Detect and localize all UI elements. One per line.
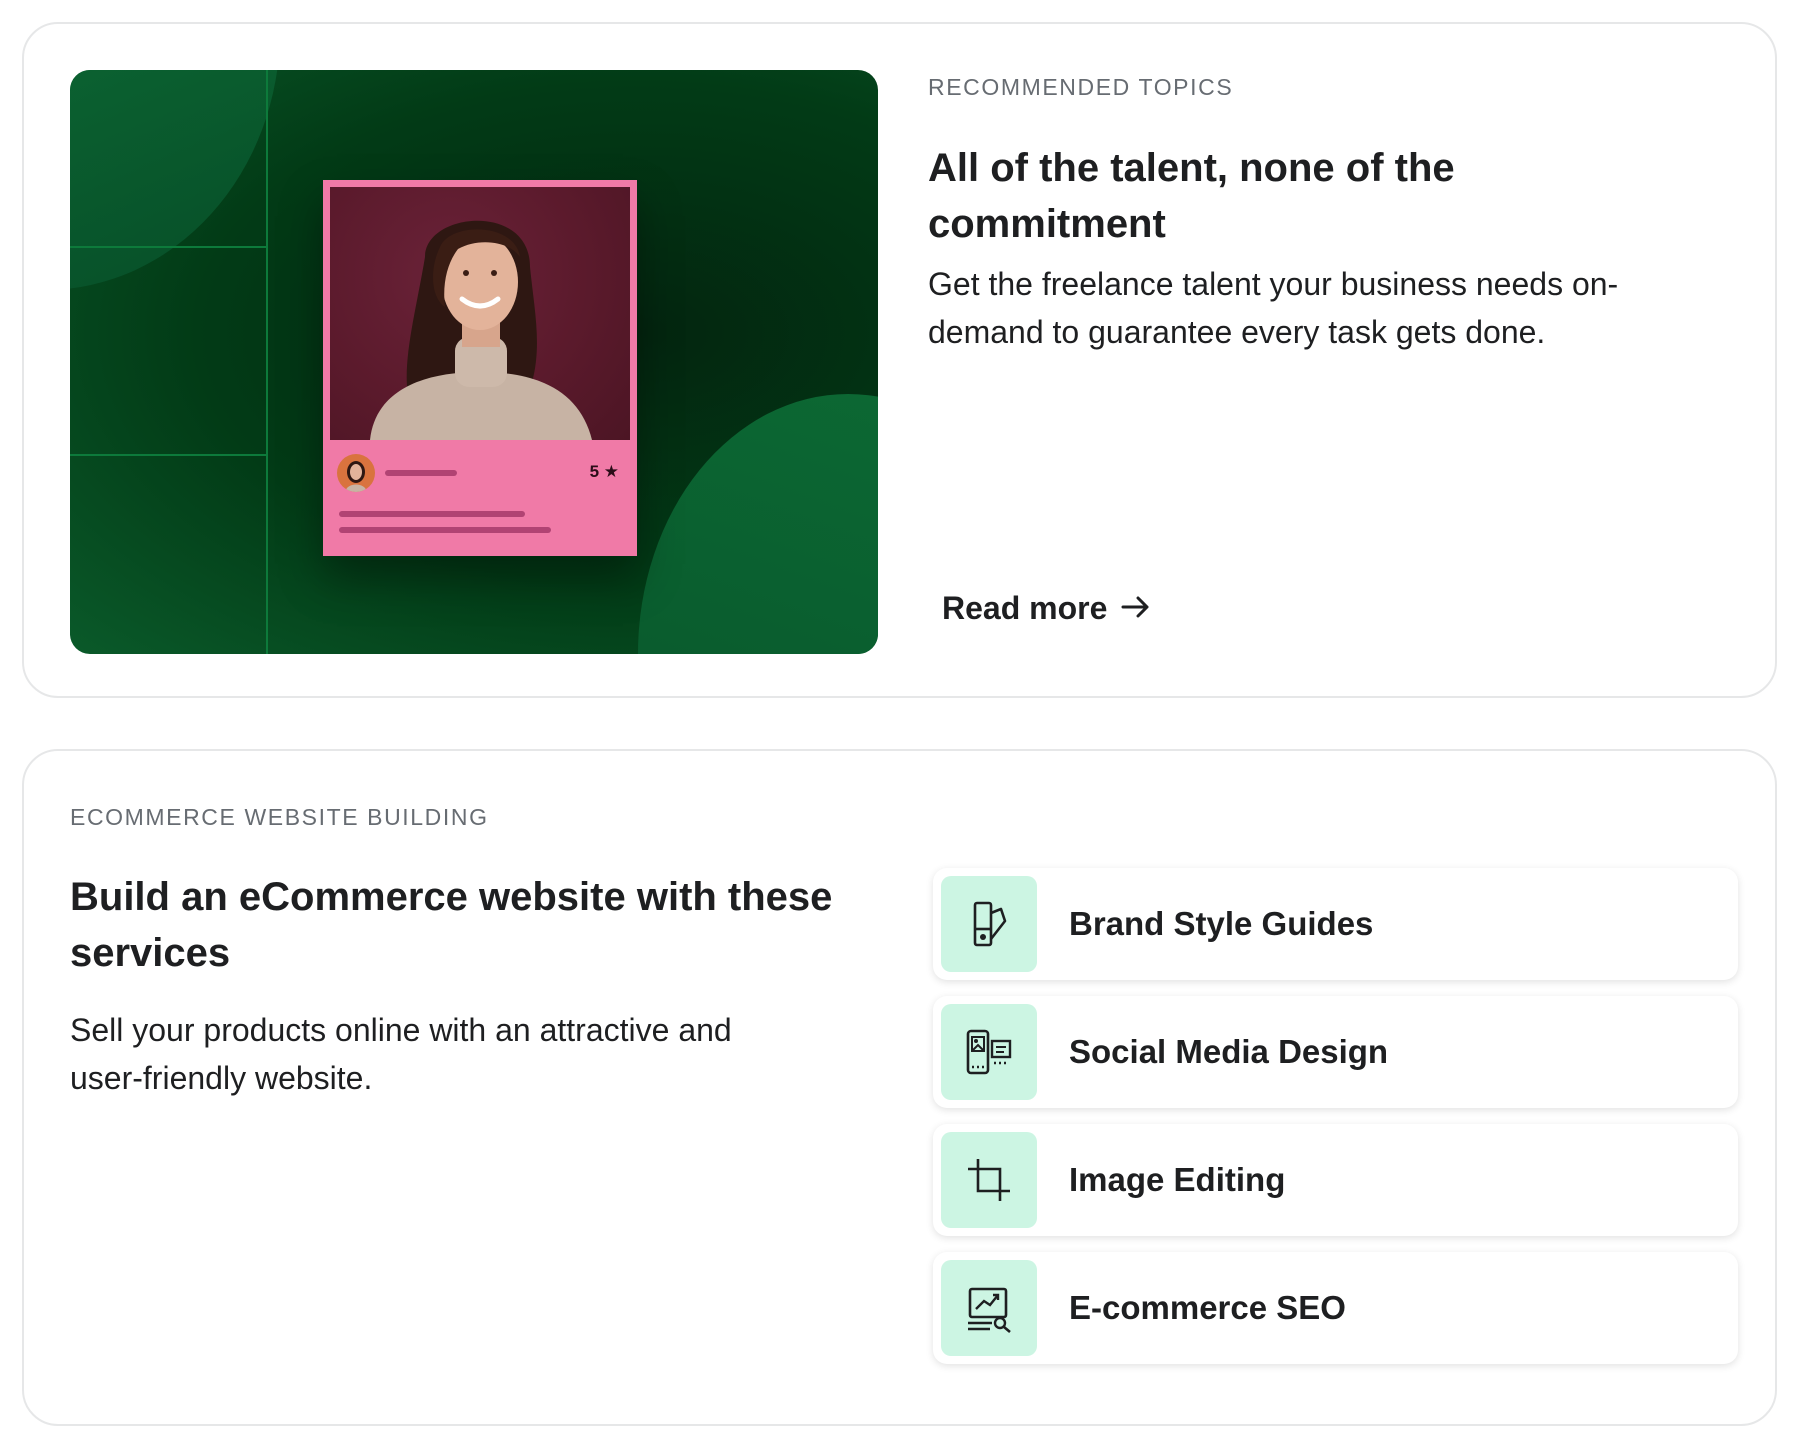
grid-line: [70, 246, 266, 248]
service-item-social-media-design[interactable]: Social Media Design: [933, 996, 1738, 1108]
headline-line: services: [70, 931, 231, 975]
service-item-ecommerce-seo[interactable]: E-commerce SEO: [933, 1252, 1738, 1364]
service-item-image-editing[interactable]: Image Editing: [933, 1124, 1738, 1236]
read-more-link[interactable]: Read more: [942, 590, 1151, 627]
rating-badge: 5 ★: [589, 462, 619, 481]
service-label: Brand Style Guides: [1069, 905, 1374, 942]
grid-line: [70, 454, 266, 456]
avatar: [337, 454, 375, 492]
topic-headline: All of the talent, none of the commitmen…: [928, 140, 1455, 252]
seo-analytics-icon: [941, 1260, 1037, 1356]
recommended-topic-card: 5 ★ RECOMMENDED TOPICS All of the talent…: [22, 22, 1777, 698]
crop-icon: [941, 1132, 1037, 1228]
description-line: demand to guarantee every task gets done…: [928, 314, 1546, 350]
placeholder-line: [385, 470, 457, 476]
brand-style-guide-icon: [941, 876, 1037, 972]
section-description: Sell your products online with an attrac…: [70, 1006, 732, 1102]
freelancer-photo: [330, 187, 630, 440]
description-line: user-friendly website.: [70, 1060, 373, 1096]
freelancer-profile-card: 5 ★: [323, 180, 637, 556]
topic-description: Get the freelance talent your business n…: [928, 260, 1618, 356]
description-line: Sell your products online with an attrac…: [70, 1012, 732, 1048]
placeholder-line: [339, 527, 551, 533]
service-label: Social Media Design: [1069, 1033, 1389, 1070]
arrow-right-icon: [1121, 590, 1151, 627]
service-label: Image Editing: [1069, 1161, 1286, 1198]
ecommerce-services-card: ECOMMERCE WEBSITE BUILDING Build an eCom…: [22, 749, 1777, 1426]
headline-line: commitment: [928, 202, 1166, 246]
service-label: E-commerce SEO: [1069, 1289, 1346, 1326]
decorative-arc: [638, 394, 878, 654]
description-line: Get the freelance talent your business n…: [928, 266, 1619, 302]
grid-line: [266, 70, 268, 654]
headline-line: Build an eCommerce website with these: [70, 875, 833, 919]
service-item-brand-style-guides[interactable]: Brand Style Guides: [933, 868, 1738, 980]
headline-line: All of the talent, none of the: [928, 146, 1455, 190]
section-headline: Build an eCommerce website with these se…: [70, 869, 832, 981]
section-eyebrow: ECOMMERCE WEBSITE BUILDING: [70, 804, 489, 830]
section-eyebrow: RECOMMENDED TOPICS: [928, 74, 1234, 100]
decorative-arc: [70, 70, 280, 290]
placeholder-line: [339, 511, 525, 517]
social-media-design-icon: [941, 1004, 1037, 1100]
read-more-label: Read more: [942, 590, 1108, 626]
hero-illustration: 5 ★: [70, 70, 878, 654]
